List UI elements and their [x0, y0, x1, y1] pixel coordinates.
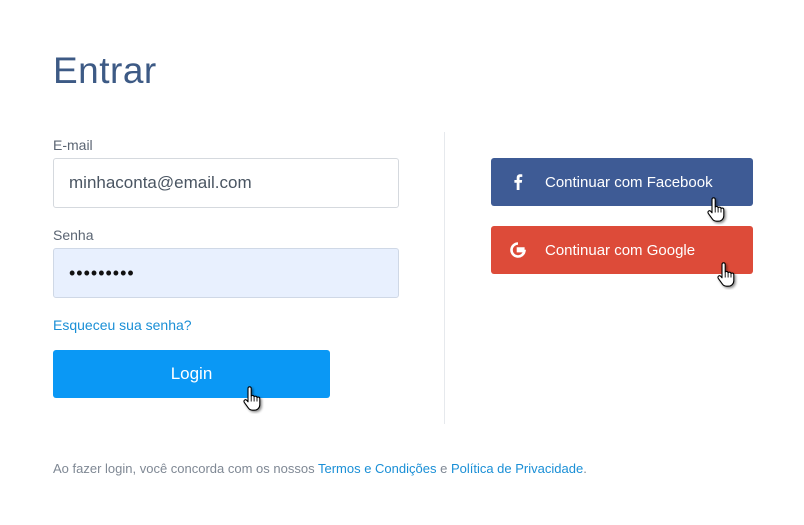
page-title: Entrar: [53, 50, 157, 91]
google-login-button[interactable]: Continuar com Google: [491, 226, 753, 274]
password-field[interactable]: •••••••••: [53, 248, 399, 298]
email-field[interactable]: [53, 158, 399, 208]
email-label: E-mail: [53, 137, 93, 153]
facebook-login-button[interactable]: Continuar com Facebook: [491, 158, 753, 206]
facebook-button-label: Continuar com Facebook: [545, 173, 713, 191]
terms-link[interactable]: Termos e Condições: [318, 461, 437, 476]
forgot-password-link[interactable]: Esqueceu sua senha?: [53, 317, 192, 333]
login-button[interactable]: Login: [53, 350, 330, 398]
google-icon: [491, 226, 545, 274]
privacy-link[interactable]: Política de Privacidade: [451, 461, 583, 476]
legal-conjunction: e: [436, 461, 451, 476]
google-button-label: Continuar com Google: [545, 241, 696, 259]
column-divider: [444, 132, 445, 424]
legal-suffix: .: [583, 461, 587, 476]
legal-prefix: Ao fazer login, você concorda com os nos…: [53, 461, 318, 476]
legal-notice: Ao fazer login, você concorda com os nos…: [53, 461, 587, 477]
password-label: Senha: [53, 227, 94, 243]
facebook-icon: [491, 158, 545, 206]
